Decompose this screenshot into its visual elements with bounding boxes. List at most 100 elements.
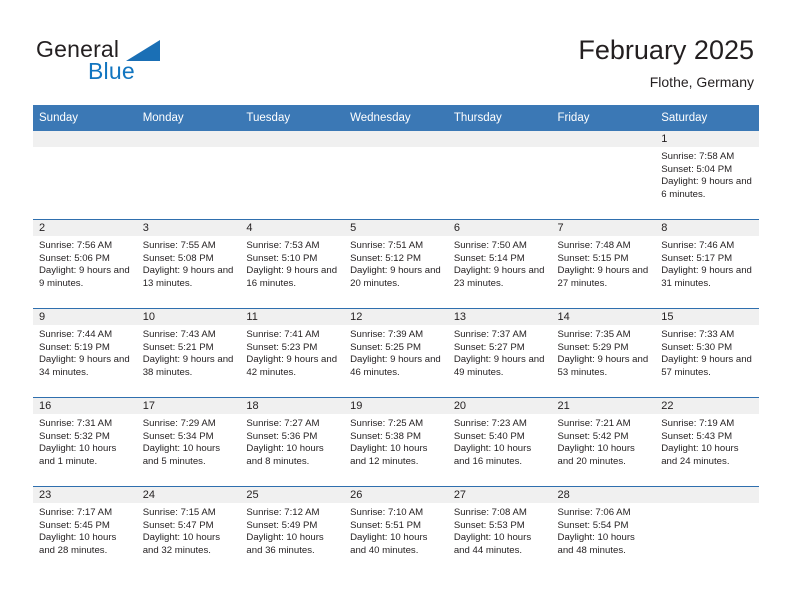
day-number: 8 — [655, 220, 759, 236]
daylight-duration: Daylight: 9 hours and 9 minutes. — [39, 265, 130, 289]
calendar-day-cell[interactable]: 5 Sunrise: 7:51 AM Sunset: 5:12 PM Daylight… — [344, 220, 448, 308]
sunset-time: Sunset: 5:45 PM — [39, 519, 110, 531]
calendar-day-cell[interactable]: 17 Sunrise: 7:29 AM Sunset: 5:34 PM Dayligh… — [136, 398, 241, 486]
sunset-time: Sunset: 5:53 PM — [453, 519, 525, 531]
weekday-header-thursday: Thursday — [453, 112, 502, 124]
sunrise-time: Sunrise: 7:10 AM — [350, 507, 424, 518]
calendar-day-cell[interactable]: 18 Sunrise: 7:27 AM Sunset: 5:36 PM Dayligh… — [240, 398, 345, 486]
day-details: Sunrise: 7:51 AM Sunset: 5:12 PM Daylight:… — [344, 236, 448, 290]
daylight-duration: Daylight: 9 hours and 34 minutes. — [39, 354, 130, 378]
daylight-duration: Daylight: 9 hours and 20 minutes. — [350, 265, 441, 289]
day-number: 22 — [655, 398, 759, 414]
day-details: Sunrise: 7:55 AM Sunset: 5:08 PM Daylight:… — [137, 236, 241, 290]
sunset-time: Sunset: 5:29 PM — [557, 341, 629, 353]
day-details: Sunrise: 7:15 AM Sunset: 5:47 PM Daylight:… — [137, 503, 241, 557]
day-details: Sunrise: 7:46 AM Sunset: 5:17 PM Daylight:… — [655, 236, 759, 290]
page-title: February 2025 — [578, 35, 754, 65]
calendar-day-cell[interactable]: 4 Sunrise: 7:53 AM Sunset: 5:10 PM Daylight… — [240, 220, 345, 308]
calendar-day-cell-empty — [33, 131, 137, 219]
sunset-time: Sunset: 5:08 PM — [142, 252, 214, 264]
calendar-day-cell[interactable]: 22 Sunrise: 7:19 AM Sunset: 5:43 PM Dayligh… — [655, 398, 759, 486]
daylight-duration: Daylight: 9 hours and 42 minutes. — [246, 354, 338, 378]
sunrise-time: Sunrise: 7:17 AM — [39, 507, 113, 518]
sunset-time: Sunset: 5:51 PM — [350, 519, 422, 531]
calendar-day-cell[interactable]: 15 Sunrise: 7:33 AM Sunset: 5:30 PM Dayligh… — [655, 309, 759, 397]
calendar-day-cell[interactable]: 13 Sunrise: 7:37 AM Sunset: 5:27 PM Dayligh… — [447, 309, 552, 397]
weekday-header-saturday: Saturday — [661, 112, 708, 124]
day-details: Sunrise: 7:06 AM Sunset: 5:54 PM Daylight:… — [552, 503, 656, 557]
calendar-page: General Blue February 2025 Flothe, Germa… — [0, 0, 792, 612]
calendar-day-cell[interactable]: 27 Sunrise: 7:08 AM Sunset: 5:53 PM Dayligh… — [447, 487, 552, 575]
sunset-time: Sunset: 5:25 PM — [350, 341, 422, 353]
sunrise-time: Sunrise: 7:31 AM — [39, 418, 113, 429]
day-number — [655, 487, 759, 503]
day-number: 17 — [136, 398, 241, 414]
calendar-day-cell[interactable]: 8 Sunrise: 7:46 AM Sunset: 5:17 PM Daylight… — [655, 220, 759, 308]
calendar-day-cell[interactable]: 26 Sunrise: 7:10 AM Sunset: 5:51 PM Dayligh… — [344, 487, 448, 575]
calendar-day-cell[interactable]: 14 Sunrise: 7:35 AM Sunset: 5:29 PM Dayligh… — [551, 309, 656, 397]
calendar-day-cell-empty — [655, 487, 759, 575]
sunrise-time: Sunrise: 7:41 AM — [246, 329, 320, 340]
calendar-day-cell[interactable]: 23 Sunrise: 7:17 AM Sunset: 5:45 PM Dayligh… — [33, 487, 137, 575]
calendar-day-cell[interactable]: 20 Sunrise: 7:23 AM Sunset: 5:40 PM Dayligh… — [447, 398, 552, 486]
day-details: Sunrise: 7:44 AM Sunset: 5:19 PM Daylight:… — [33, 325, 137, 379]
day-number: 18 — [240, 398, 345, 414]
calendar-day-cell[interactable]: 10 Sunrise: 7:43 AM Sunset: 5:21 PM Dayligh… — [136, 309, 241, 397]
calendar-day-cell[interactable]: 3 Sunrise: 7:55 AM Sunset: 5:08 PM Daylight… — [136, 220, 241, 308]
weekday-header-tuesday: Tuesday — [246, 112, 291, 124]
day-details: Sunrise: 7:21 AM Sunset: 5:42 PM Daylight:… — [552, 414, 656, 468]
sunset-time: Sunset: 5:17 PM — [661, 252, 733, 264]
sunrise-time: Sunrise: 7:44 AM — [39, 329, 113, 340]
day-details: Sunrise: 7:35 AM Sunset: 5:29 PM Daylight:… — [552, 325, 656, 379]
calendar-week-row: 9 Sunrise: 7:44 AM Sunset: 5:19 PM Daylight… — [33, 308, 759, 397]
day-number — [136, 131, 241, 147]
sunset-time: Sunset: 5:23 PM — [246, 341, 318, 353]
sunrise-time: Sunrise: 7:51 AM — [350, 240, 424, 251]
day-number — [447, 131, 552, 147]
day-number: 6 — [447, 220, 552, 236]
general-blue-logo[interactable]: General Blue — [36, 36, 216, 88]
day-details: Sunrise: 7:29 AM Sunset: 5:34 PM Daylight:… — [137, 414, 241, 468]
logo-text-blue: Blue — [88, 58, 135, 84]
calendar-day-cell[interactable]: 21 Sunrise: 7:21 AM Sunset: 5:42 PM Dayligh… — [551, 398, 656, 486]
day-details: Sunrise: 7:19 AM Sunset: 5:43 PM Daylight:… — [655, 414, 759, 468]
calendar-weeks: 1 Sunrise: 7:58 AM Sunset: 5:04 PM Daylight… — [33, 131, 759, 575]
weekday-header-row: Sunday Monday Tuesday Wednesday Thursday… — [33, 105, 759, 131]
day-number — [344, 131, 448, 147]
day-number: 20 — [447, 398, 552, 414]
sunrise-time: Sunrise: 7:27 AM — [246, 418, 320, 429]
calendar-day-cell[interactable]: 9 Sunrise: 7:44 AM Sunset: 5:19 PM Daylight… — [33, 309, 137, 397]
calendar-day-cell[interactable]: 1 Sunrise: 7:58 AM Sunset: 5:04 PM Daylight… — [655, 131, 759, 219]
calendar-day-cell[interactable]: 24 Sunrise: 7:15 AM Sunset: 5:47 PM Dayligh… — [136, 487, 241, 575]
day-number — [551, 131, 656, 147]
calendar-day-cell[interactable]: 7 Sunrise: 7:48 AM Sunset: 5:15 PM Daylight… — [551, 220, 656, 308]
daylight-duration: Daylight: 10 hours and 24 minutes. — [661, 443, 739, 467]
day-number: 9 — [33, 309, 137, 325]
sunrise-time: Sunrise: 7:12 AM — [246, 507, 320, 518]
sunrise-time: Sunrise: 7:23 AM — [453, 418, 527, 429]
day-number: 14 — [551, 309, 656, 325]
sunset-time: Sunset: 5:38 PM — [350, 430, 422, 442]
calendar-day-cell[interactable]: 6 Sunrise: 7:50 AM Sunset: 5:14 PM Daylight… — [447, 220, 552, 308]
calendar-day-cell[interactable]: 2 Sunrise: 7:56 AM Sunset: 5:06 PM Daylight… — [33, 220, 137, 308]
sunrise-time: Sunrise: 7:53 AM — [246, 240, 320, 251]
calendar-day-cell[interactable]: 28 Sunrise: 7:06 AM Sunset: 5:54 PM Dayligh… — [551, 487, 656, 575]
day-number: 4 — [240, 220, 345, 236]
sunset-time: Sunset: 5:14 PM — [453, 252, 525, 264]
daylight-duration: Daylight: 9 hours and 27 minutes. — [557, 265, 649, 289]
calendar-day-cell-empty — [551, 131, 656, 219]
sunset-time: Sunset: 5:34 PM — [142, 430, 214, 442]
day-number: 1 — [655, 131, 759, 147]
sunset-time: Sunset: 5:40 PM — [453, 430, 525, 442]
calendar-week-row: 2 Sunrise: 7:56 AM Sunset: 5:06 PM Daylight… — [33, 219, 759, 308]
sunset-time: Sunset: 5:32 PM — [39, 430, 110, 442]
calendar-day-cell[interactable]: 16 Sunrise: 7:31 AM Sunset: 5:32 PM Dayligh… — [33, 398, 137, 486]
sunrise-time: Sunrise: 7:06 AM — [557, 507, 631, 518]
calendar-day-cell[interactable]: 11 Sunrise: 7:41 AM Sunset: 5:23 PM Dayligh… — [240, 309, 345, 397]
day-details: Sunrise: 7:53 AM Sunset: 5:10 PM Daylight:… — [240, 236, 344, 290]
sunset-time: Sunset: 5:04 PM — [661, 163, 733, 175]
day-number — [33, 131, 137, 147]
calendar-day-cell[interactable]: 19 Sunrise: 7:25 AM Sunset: 5:38 PM Dayligh… — [344, 398, 448, 486]
calendar-day-cell[interactable]: 25 Sunrise: 7:12 AM Sunset: 5:49 PM Dayligh… — [240, 487, 345, 575]
calendar-day-cell[interactable]: 12 Sunrise: 7:39 AM Sunset: 5:25 PM Dayligh… — [344, 309, 448, 397]
